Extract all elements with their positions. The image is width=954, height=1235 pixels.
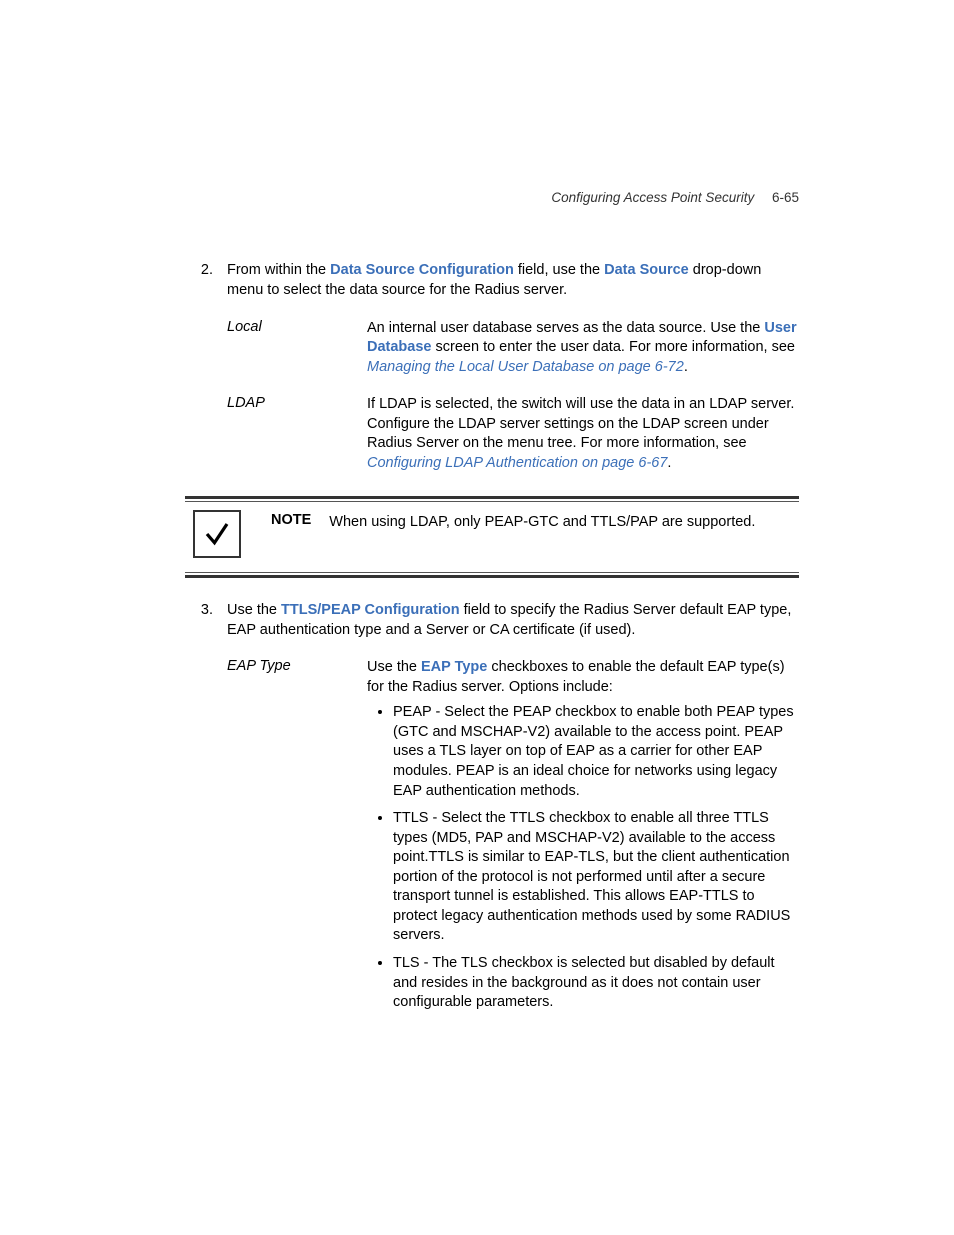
page-header: Configuring Access Point Security 6-65 bbox=[185, 190, 799, 205]
text: An internal user database serves as the … bbox=[367, 320, 764, 336]
definition-table-datasource: Local An internal user database serves a… bbox=[227, 319, 799, 474]
header-page-number: 6-65 bbox=[772, 190, 799, 205]
bold-text: TTLS/PEAP Configuration bbox=[281, 602, 460, 618]
def-term: Local bbox=[227, 319, 367, 378]
def-desc: An internal user database serves as the … bbox=[367, 319, 799, 378]
list-item: PEAP - Select the PEAP checkbox to enabl… bbox=[393, 703, 799, 801]
text: field, use the bbox=[514, 262, 604, 278]
cross-reference-link[interactable]: Configuring LDAP Authentication on page … bbox=[367, 455, 667, 471]
note-text: When using LDAP, only PEAP-GTC and TTLS/… bbox=[329, 512, 799, 532]
definition-row-eaptype: EAP Type Use the EAP Type checkboxes to … bbox=[227, 658, 799, 1021]
text: Use the bbox=[227, 602, 281, 618]
text: From within the bbox=[227, 262, 330, 278]
definition-table-eap: EAP Type Use the EAP Type checkboxes to … bbox=[227, 658, 799, 1021]
bold-text: Data Source bbox=[604, 262, 689, 278]
definition-row-local: Local An internal user database serves a… bbox=[227, 319, 799, 378]
text: Use the bbox=[367, 659, 421, 675]
document-page: Configuring Access Point Security 6-65 2… bbox=[0, 0, 954, 1123]
def-term: EAP Type bbox=[227, 658, 367, 1021]
step-number: 2. bbox=[185, 260, 227, 301]
step-3-block: 3. Use the TTLS/PEAP Configuration field… bbox=[185, 600, 799, 641]
note-callout: NOTE When using LDAP, only PEAP-GTC and … bbox=[185, 496, 799, 578]
def-term: LDAP bbox=[227, 395, 367, 473]
step-2-block: 2. From within the Data Source Configura… bbox=[185, 260, 799, 301]
header-title: Configuring Access Point Security bbox=[551, 190, 754, 205]
step-number: 3. bbox=[185, 600, 227, 641]
list-item: TLS - The TLS checkbox is selected but d… bbox=[393, 954, 799, 1013]
list-item: TTLS - Select the TTLS checkbox to enabl… bbox=[393, 809, 799, 946]
text: If LDAP is selected, the switch will use… bbox=[367, 396, 794, 451]
step-3-body: Use the TTLS/PEAP Configuration field to… bbox=[227, 600, 799, 641]
def-desc: If LDAP is selected, the switch will use… bbox=[367, 395, 799, 473]
text: . bbox=[667, 455, 671, 471]
text: screen to enter the user data. For more … bbox=[431, 339, 794, 355]
step-2-body: From within the Data Source Configuratio… bbox=[227, 260, 799, 301]
checkmark-icon bbox=[193, 510, 241, 558]
def-desc: Use the EAP Type checkboxes to enable th… bbox=[367, 658, 799, 1021]
note-label: NOTE bbox=[271, 512, 311, 532]
eap-options-list: PEAP - Select the PEAP checkbox to enabl… bbox=[367, 703, 799, 1012]
cross-reference-link[interactable]: Managing the Local User Database on page… bbox=[367, 359, 684, 375]
definition-row-ldap: LDAP If LDAP is selected, the switch wil… bbox=[227, 395, 799, 473]
bold-text: EAP Type bbox=[421, 659, 487, 675]
text: . bbox=[684, 359, 688, 375]
bold-text: Data Source Configuration bbox=[330, 262, 514, 278]
